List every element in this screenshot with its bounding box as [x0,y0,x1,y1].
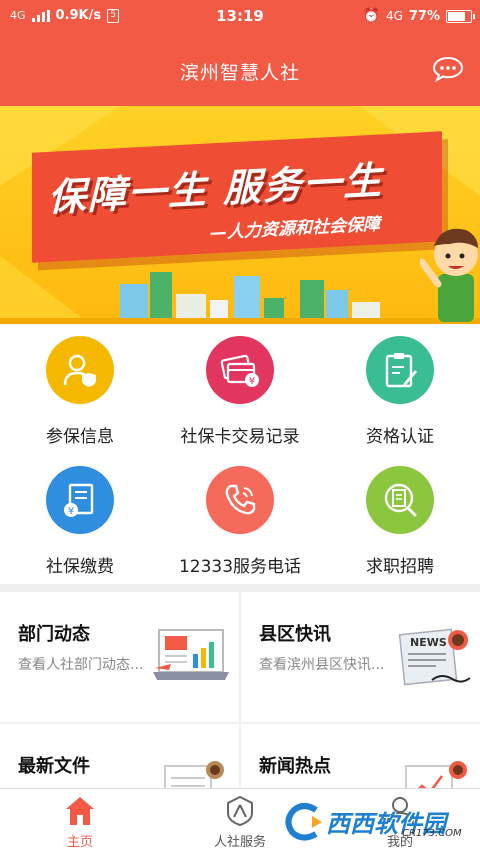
service-label: 参保信息 [46,427,114,447]
watermark-sub: CR173.COM [402,828,462,839]
battery-percent: 77% [408,8,440,24]
site-watermark: 西西软件园 CR173.COM [282,800,462,846]
alarm-icon: ⏰ [362,8,380,24]
nav-home[interactable]: 主页 [0,789,160,853]
city-skyline [0,264,480,324]
person-badge-icon [227,795,253,827]
service-label: 资格认证 [366,427,434,447]
svg-text:¥: ¥ [68,506,74,517]
service-card-records[interactable]: ¥ 社保卡交易记录 [160,324,320,454]
card-desc: 查看滨州县区快讯... [259,657,385,673]
mascot-illustration [420,228,478,322]
card-yen-icon: ¥ [206,336,274,404]
service-grid: 参保信息 ¥ 社保卡交易记录 资格认证 ¥ 社保缴费 12333服务电话 求职招… [0,324,480,584]
news-cards: 部门动态 查看人社部门动态... 县区快讯 查看滨州县区快讯... NEWS 最… [0,592,480,853]
service-payment[interactable]: ¥ 社保缴费 [0,454,160,584]
svg-text:¥: ¥ [249,376,255,387]
right-network-label: 4G [385,9,403,23]
nav-home-label: 主页 [66,835,93,850]
home-icon [66,797,94,825]
card-desc: 查看人社部门动态... [18,657,144,673]
newspaper-icon: NEWS [398,628,471,686]
chat-bubble-icon[interactable] [432,56,464,82]
app-header: 滨州智慧人社 [0,34,480,106]
service-label: 12333服务电话 [178,557,302,577]
card-county-news[interactable]: 县区快讯 查看滨州县区快讯... NEWS [241,592,480,722]
watermark-logo [285,803,322,841]
service-hotline[interactable]: 12333服务电话 [160,454,320,584]
service-label: 社保卡交易记录 [180,427,300,447]
card-title: 县区快讯 [259,624,331,645]
promo-banner[interactable]: 保障一生 服务一生 —人力资源和社会保障 [0,106,480,324]
service-insurance-info[interactable]: 参保信息 [0,324,160,454]
svg-text:NEWS: NEWS [410,636,447,649]
service-label: 求职招聘 [366,557,434,577]
person-shield-icon [46,336,114,404]
clipboard-pen-icon [366,336,434,404]
receipt-yen-icon: ¥ [46,466,114,534]
card-title: 最新文件 [18,756,90,777]
status-right: ⏰ 4G 77% [362,8,475,24]
card-department-news[interactable]: 部门动态 查看人社部门动态... [0,592,239,722]
card-title: 部门动态 [18,624,90,645]
battery-icon [446,9,475,23]
status-bar: 4G 0.9K/s 5 13:19 ⏰ 4G 77% [0,0,480,34]
phone-icon [206,466,274,534]
service-qualification[interactable]: 资格认证 [320,324,480,454]
laptop-chart-icon [153,629,229,680]
card-title: 新闻热点 [259,756,331,777]
document-search-icon [366,466,434,534]
service-jobs[interactable]: 求职招聘 [320,454,480,584]
service-label: 社保缴费 [46,557,114,577]
page-title: 滨州智慧人社 [179,62,300,84]
